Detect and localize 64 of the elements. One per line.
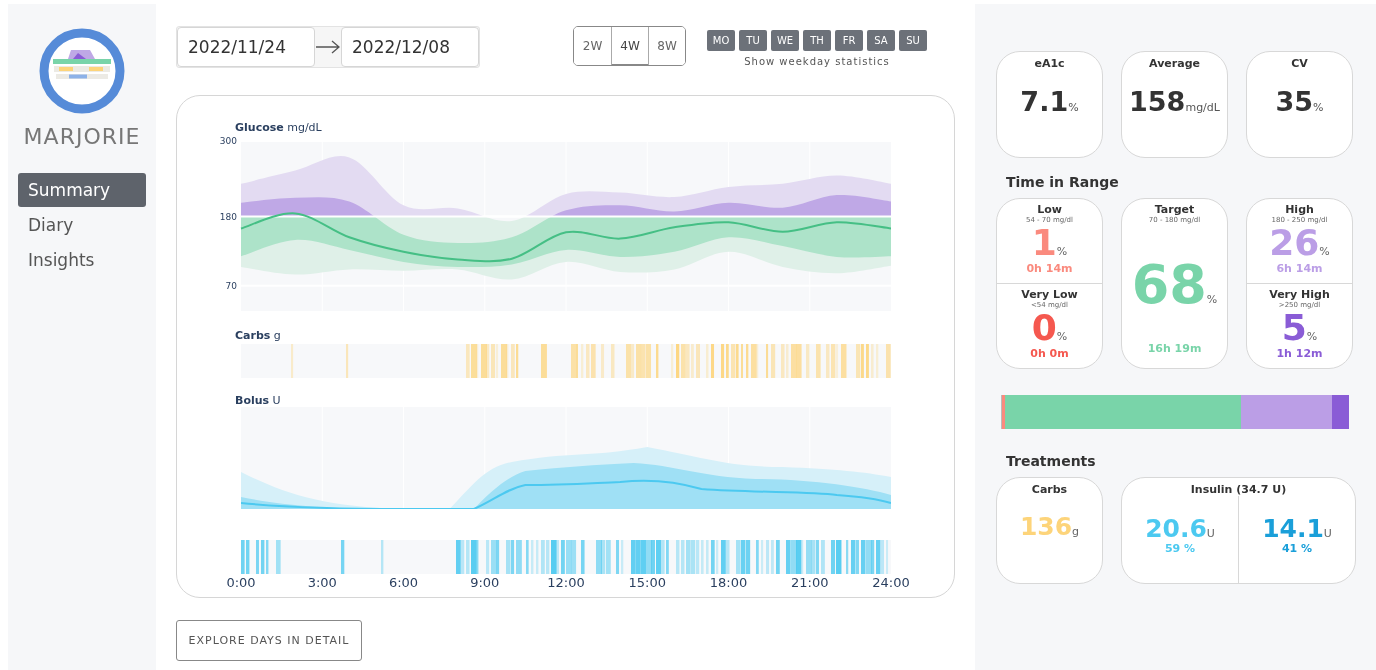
stat-value: 35% bbox=[1275, 86, 1324, 117]
period-tab[interactable]: 8W bbox=[648, 27, 685, 65]
weekday-caption: Show weekday statistics bbox=[744, 56, 890, 67]
y-tick-label: 70 bbox=[225, 280, 237, 291]
range-duration: 0h 14m bbox=[1026, 262, 1073, 275]
section-title: Treatments bbox=[1006, 453, 1097, 469]
range-percent: 26% bbox=[1269, 225, 1330, 261]
period-tab[interactable]: 4W bbox=[611, 27, 648, 65]
section-title: Time in Range bbox=[1006, 174, 1120, 190]
insulin-value: 14.1U bbox=[1262, 516, 1332, 541]
range-duration: 6h 14m bbox=[1276, 262, 1323, 275]
explore-button[interactable]: EXPLORE DAYS IN DETAIL bbox=[176, 620, 362, 661]
weekday-toggle[interactable]: FR bbox=[835, 30, 863, 51]
insulin-share: 59 % bbox=[1164, 542, 1196, 555]
range-percent: 1% bbox=[1031, 225, 1068, 261]
range-label: Very Low bbox=[1021, 288, 1078, 301]
x-tick-label: 12:00 bbox=[546, 575, 586, 590]
weekday-toggle[interactable]: MO bbox=[707, 30, 735, 51]
range-duration: 16h 19m bbox=[1147, 342, 1202, 355]
weekday-toggle[interactable]: SU bbox=[899, 30, 927, 51]
range-label: Low bbox=[1037, 203, 1062, 216]
x-tick-label: 21:00 bbox=[790, 575, 830, 590]
range-duration: 0h 0m bbox=[1030, 347, 1069, 360]
insulin-share: 41 % bbox=[1281, 542, 1313, 555]
stat-label: CV bbox=[1291, 57, 1308, 70]
nav-item[interactable]: Summary bbox=[18, 173, 146, 207]
weekday-toggle[interactable]: WE bbox=[771, 30, 799, 51]
chart-title: Carbs g bbox=[235, 329, 282, 341]
weekday-toggle[interactable]: SA bbox=[867, 30, 895, 51]
stat-label: eA1c bbox=[1034, 57, 1065, 70]
range-label: Target bbox=[1154, 203, 1195, 216]
insulin-value: 20.6U bbox=[1145, 516, 1215, 541]
range-label: Very High bbox=[1269, 288, 1330, 301]
range-label: High bbox=[1285, 203, 1314, 216]
treatment-label: Carbs bbox=[1031, 483, 1068, 496]
nav-item[interactable]: Insights bbox=[18, 243, 146, 277]
end-date-field[interactable]: 2022/12/08 bbox=[341, 27, 479, 67]
y-tick-label: 300 bbox=[219, 136, 237, 146]
range-percent: 68% bbox=[1131, 258, 1218, 312]
range-duration: 1h 12m bbox=[1276, 347, 1323, 360]
logo-icon bbox=[37, 26, 127, 116]
chart-title: Glucose mg/dL bbox=[235, 121, 323, 133]
x-tick-label: 15:00 bbox=[627, 575, 667, 590]
weekday-toggle[interactable]: TU bbox=[739, 30, 767, 51]
x-tick-label: 6:00 bbox=[387, 575, 420, 590]
y-tick-label: 180 bbox=[219, 211, 237, 222]
x-tick-label: 3:00 bbox=[306, 575, 338, 590]
carbs-value: 136g bbox=[1019, 514, 1080, 539]
stat-value: 158mg/dL bbox=[1129, 86, 1220, 117]
arrow-icon bbox=[315, 40, 341, 54]
start-date-field[interactable]: 2022/11/24 bbox=[177, 27, 315, 67]
range-percent: 5% bbox=[1281, 310, 1318, 346]
weekday-toggle[interactable]: TH bbox=[803, 30, 831, 51]
x-tick-label: 0:00 bbox=[225, 575, 257, 590]
brand-name: MARJORIE bbox=[23, 124, 141, 149]
stat-label: Average bbox=[1149, 57, 1200, 70]
x-tick-label: 24:00 bbox=[871, 575, 911, 590]
stat-value: 7.1% bbox=[1020, 86, 1079, 117]
treatment-label: Insulin (34.7 U) bbox=[1190, 483, 1287, 496]
chart-title: Bolus U bbox=[235, 394, 282, 406]
x-tick-label: 18:00 bbox=[708, 575, 749, 590]
nav-item[interactable]: Diary bbox=[18, 208, 146, 242]
range-percent: 0% bbox=[1031, 310, 1068, 346]
x-tick-label: 9:00 bbox=[469, 575, 501, 590]
